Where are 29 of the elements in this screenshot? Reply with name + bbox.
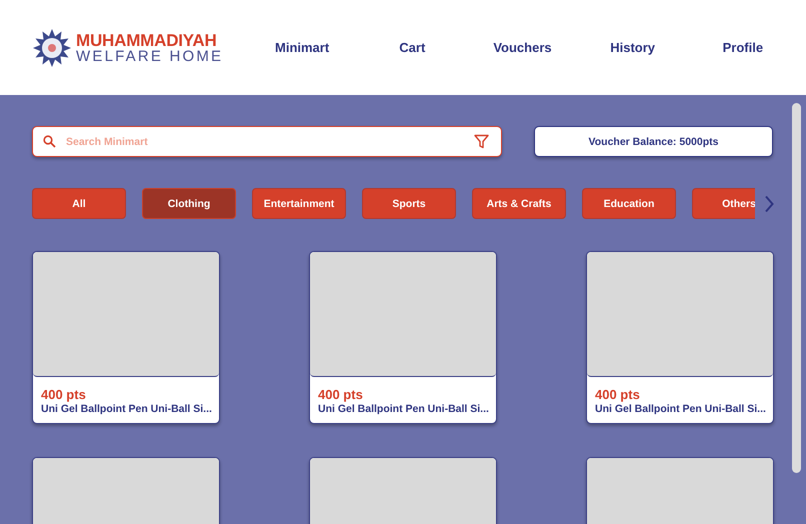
- category-tab[interactable]: Clothing: [142, 188, 236, 219]
- nav-link[interactable]: Cart: [362, 40, 462, 55]
- nav-link[interactable]: History: [582, 40, 683, 55]
- logo-title: MUHAMMADIYAH: [76, 32, 218, 48]
- nav-link[interactable]: Minimart: [252, 40, 352, 55]
- product-card[interactable]: 400 pts Uni Gel Ballpoint Pen Uni-Ball Si...: [32, 251, 220, 424]
- product-price: 400 pts: [318, 387, 364, 402]
- nav-link[interactable]: Profile: [692, 40, 793, 55]
- search-input[interactable]: Search Minimart: [64, 134, 466, 148]
- category-tab[interactable]: All: [32, 188, 126, 219]
- nav-link[interactable]: Vouchers: [472, 40, 572, 55]
- category-tab[interactable]: Arts & Crafts: [472, 188, 566, 219]
- logo-subtitle: WELFARE HOME: [76, 48, 224, 64]
- search-icon: [43, 135, 56, 148]
- product-name: Uni Gel Ballpoint Pen Uni-Ball Si...: [595, 403, 765, 415]
- product-card[interactable]: 400 pts Uni Gel Ballpoint Pen Uni-Ball Si...: [309, 251, 497, 424]
- search-field[interactable]: Search Minimart: [32, 126, 502, 157]
- product-price: 400 pts: [595, 387, 641, 402]
- filter-icon[interactable]: [474, 134, 489, 149]
- product-card[interactable]: 400 pts Uni Gel Ballpoint Pen Uni-Ball Si...: [586, 251, 774, 424]
- category-tab[interactable]: Entertainment: [252, 188, 346, 219]
- product-name: Uni Gel Ballpoint Pen Uni-Ball Si...: [41, 403, 211, 415]
- logo-emblem-icon: [32, 28, 72, 68]
- product-name: Uni Gel Ballpoint Pen Uni-Ball Si...: [318, 403, 488, 415]
- category-tab[interactable]: Sports: [362, 188, 456, 219]
- product-price: 400 pts: [41, 387, 87, 402]
- voucher-balance: Voucher Balance: 5000pts: [534, 126, 773, 157]
- category-tab[interactable]: Education: [582, 188, 676, 219]
- scrollbar-thumb[interactable]: [792, 103, 800, 473]
